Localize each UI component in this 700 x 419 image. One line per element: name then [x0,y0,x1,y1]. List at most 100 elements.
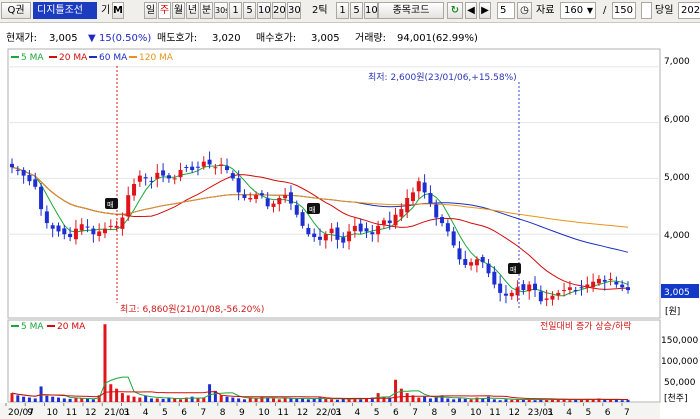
candle [381,220,386,225]
candle [573,290,578,292]
volume-bar [56,397,60,402]
volume-bar [492,399,496,402]
volume-bar [115,388,119,402]
volume-bar [208,384,212,402]
x-tick-label: 12 [85,408,96,418]
volume-caption: 전일대비 증가 상승/하락 [540,320,632,332]
candle [463,259,468,265]
volume-bar [394,379,398,402]
x-tick-label: 8 [432,408,438,418]
candle [556,292,561,296]
x-tick-label: 7 [624,408,630,418]
candle [323,234,328,241]
volume-bar [417,397,421,402]
candle [288,192,293,204]
candle [562,290,567,292]
x-tick-label: 5 [586,408,592,418]
candle [259,193,264,196]
x-tick-label: 3 [124,408,130,418]
volume-bar [463,398,467,402]
candle [283,195,288,199]
volume-bar [22,396,26,402]
y-tick-7000: 7,000 [664,57,690,67]
stock-chart[interactable]: 5 MA 20 MA 60 MA 120 MA 7,000 6,000 5,00… [0,0,700,419]
candle [195,166,200,168]
candle [480,257,485,263]
legend-ma120-swatch [129,56,137,58]
candle [364,228,369,232]
volume-bar [527,399,531,402]
volume-bar [452,399,456,402]
candle [166,175,171,179]
candle [509,292,514,297]
candle [225,166,230,171]
candle [294,205,299,215]
y-tick-4000: 4,000 [664,231,690,241]
volume-bar [446,398,450,402]
candle [265,198,270,207]
candle [352,225,357,232]
vol-legend-ma20: 20 MA [57,322,86,332]
candle [178,170,183,178]
candle [85,226,90,228]
volume-bar [487,396,491,402]
volume-bar [533,400,537,402]
price-unit-label: [원] [665,306,680,317]
x-tick-label: 9 [27,408,33,418]
candle [451,231,456,246]
candle [434,204,439,218]
candle [306,227,311,235]
candle [219,164,224,166]
x-tick-label: 6 [605,408,611,418]
volume-bar [173,398,177,402]
volume-bar [68,398,72,402]
x-tick-label: 11 [489,408,500,418]
candle [271,203,276,207]
candle [184,166,189,168]
volume-bar [260,396,264,402]
x-tick-label: 4 [566,408,572,418]
candle [21,169,26,176]
volume-bar [254,398,258,402]
candle [97,231,102,237]
candle [550,295,555,300]
volume-bar [510,399,514,402]
x-tick-label: 7 [412,408,418,418]
candle [33,179,38,187]
volume-bar [45,395,49,402]
candle [335,227,340,240]
candle [62,228,67,235]
volume-unit-label: [천주] [664,393,688,404]
candle [428,193,433,204]
x-tick-label: 6 [393,408,399,418]
candle [242,194,247,198]
candle [108,225,113,227]
volume-bar [295,398,299,402]
volume-bar [620,400,624,402]
volume-bar [155,398,159,402]
x-tick-label: 10 [258,408,270,418]
candle [387,220,392,224]
x-tick-label: 8 [220,408,226,418]
volume-bar [504,399,508,402]
current-price-axis-label: 3,005 [664,288,690,298]
y-tick-6000: 6,000 [664,115,690,125]
volume-bar [167,398,171,402]
volume-bar [149,398,153,402]
volume-bar [237,398,241,402]
candle [132,184,137,196]
volume-bar [614,399,618,402]
sell-badge: 매 [508,263,521,274]
candle [620,284,625,288]
candle [567,287,572,290]
volume-bar [103,324,107,402]
candle [399,209,404,217]
candle [155,172,160,179]
volume-bar [359,399,363,402]
svg-text:매: 매 [107,201,113,209]
x-tick-label: 7 [201,408,207,418]
candle [172,178,177,180]
candle [230,173,235,179]
candle [73,228,78,240]
candle [544,298,549,300]
